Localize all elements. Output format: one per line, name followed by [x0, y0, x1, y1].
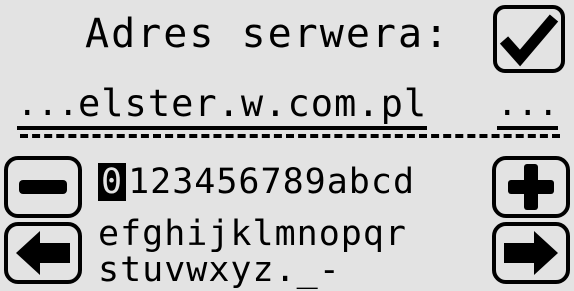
- keyboard-row-1[interactable]: 0 123456789abcd: [98, 162, 486, 202]
- address-scroll-left-ellipsis: ...: [17, 82, 79, 130]
- keyboard-row-3[interactable]: stuvwxyz._-: [98, 250, 486, 290]
- address-underline: [20, 134, 560, 138]
- address-scroll-right-ellipsis: ...: [497, 82, 559, 130]
- selected-key[interactable]: 0: [98, 163, 127, 201]
- cursor-right-button[interactable]: [492, 222, 570, 284]
- cursor-left-button[interactable]: [4, 222, 82, 284]
- page-title: Adres serwera:: [85, 11, 451, 57]
- minus-icon: [19, 180, 67, 194]
- keyboard-row-2[interactable]: efghijklmnopqr: [98, 214, 486, 254]
- arrow-right-icon: [504, 231, 558, 275]
- server-address-value: elster.w.com.pl: [78, 82, 428, 130]
- increase-button[interactable]: [492, 156, 570, 218]
- checkmark-icon: [499, 14, 559, 67]
- arrow-left-icon: [16, 231, 70, 275]
- confirm-button[interactable]: [493, 5, 565, 73]
- plus-icon: [508, 164, 554, 210]
- keyboard-row-1-keys[interactable]: 123456789abcd: [128, 162, 415, 202]
- decrease-button[interactable]: [4, 156, 82, 218]
- server-address-field[interactable]: ... elster.w.com.pl ...: [12, 82, 564, 138]
